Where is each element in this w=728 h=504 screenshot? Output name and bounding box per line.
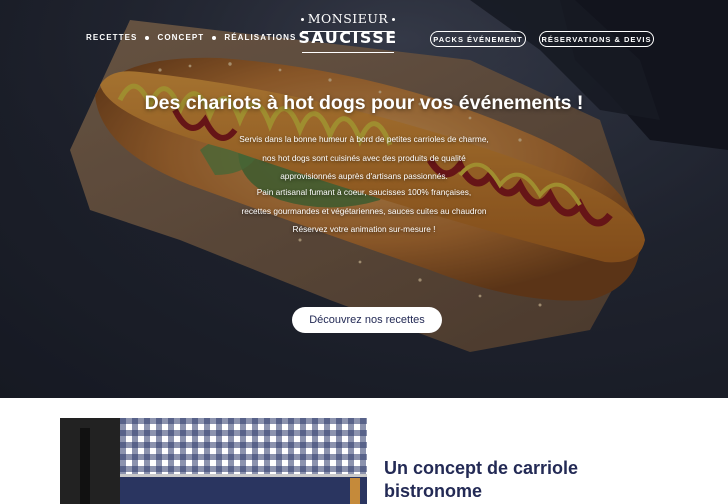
- hero-line: Servis dans la bonne humeur à bord de pe…: [239, 134, 489, 144]
- hero-line: Réservez votre animation sur-mesure !: [292, 224, 436, 234]
- logo-rule: [302, 31, 394, 32]
- concept-title-line: Un concept de carriole: [384, 458, 579, 478]
- logo-rule: [302, 52, 394, 53]
- logo-dot: [300, 17, 304, 21]
- hero-title: Des chariots à hot dogs pour vos événeme…: [144, 92, 584, 114]
- nav-item-recettes[interactable]: RECETTES: [86, 33, 137, 42]
- nav-separator-dot: [145, 35, 150, 40]
- concept-title-line: bistronome: [384, 481, 483, 501]
- logo-dot: [392, 17, 396, 21]
- cart-image: [60, 418, 367, 504]
- nav-separator-dot: [212, 35, 217, 40]
- hero-line: nos hot dogs sont cuisinés avec des prod…: [262, 152, 466, 163]
- hero-paragraph-1: Servis dans la bonne humeur à bord de pe…: [0, 130, 728, 186]
- brand-logo[interactable]: MONSIEUR SAUCISSE: [298, 12, 398, 56]
- hero-line: Pain artisanal fumant à coeur, saucisses…: [256, 187, 472, 197]
- concept-cart-photo: [60, 418, 367, 504]
- reservations-devis-button[interactable]: RÉSERVATIONS & DEVIS: [539, 31, 654, 47]
- nav-item-concept[interactable]: CONCEPT: [157, 33, 204, 42]
- discover-recipes-button[interactable]: Découvrez nos recettes: [292, 307, 442, 333]
- hero-line: recettes gourmandes et végétariennes, sa…: [241, 205, 487, 216]
- hero-paragraph-2: Pain artisanal fumant à coeur, saucisses…: [0, 183, 728, 239]
- nav-item-realisations[interactable]: RÉALISATIONS: [224, 33, 296, 42]
- concept-title: Un concept de carriole bistronome: [384, 457, 624, 503]
- packs-evenement-button[interactable]: PACKS ÉVÉNEMENT: [430, 31, 526, 47]
- main-nav: RECETTES CONCEPT RÉALISATIONS: [86, 33, 296, 42]
- logo-top-text: MONSIEUR: [307, 11, 389, 26]
- hero-section: RECETTES CONCEPT RÉALISATIONS MONSIEUR S…: [0, 0, 728, 398]
